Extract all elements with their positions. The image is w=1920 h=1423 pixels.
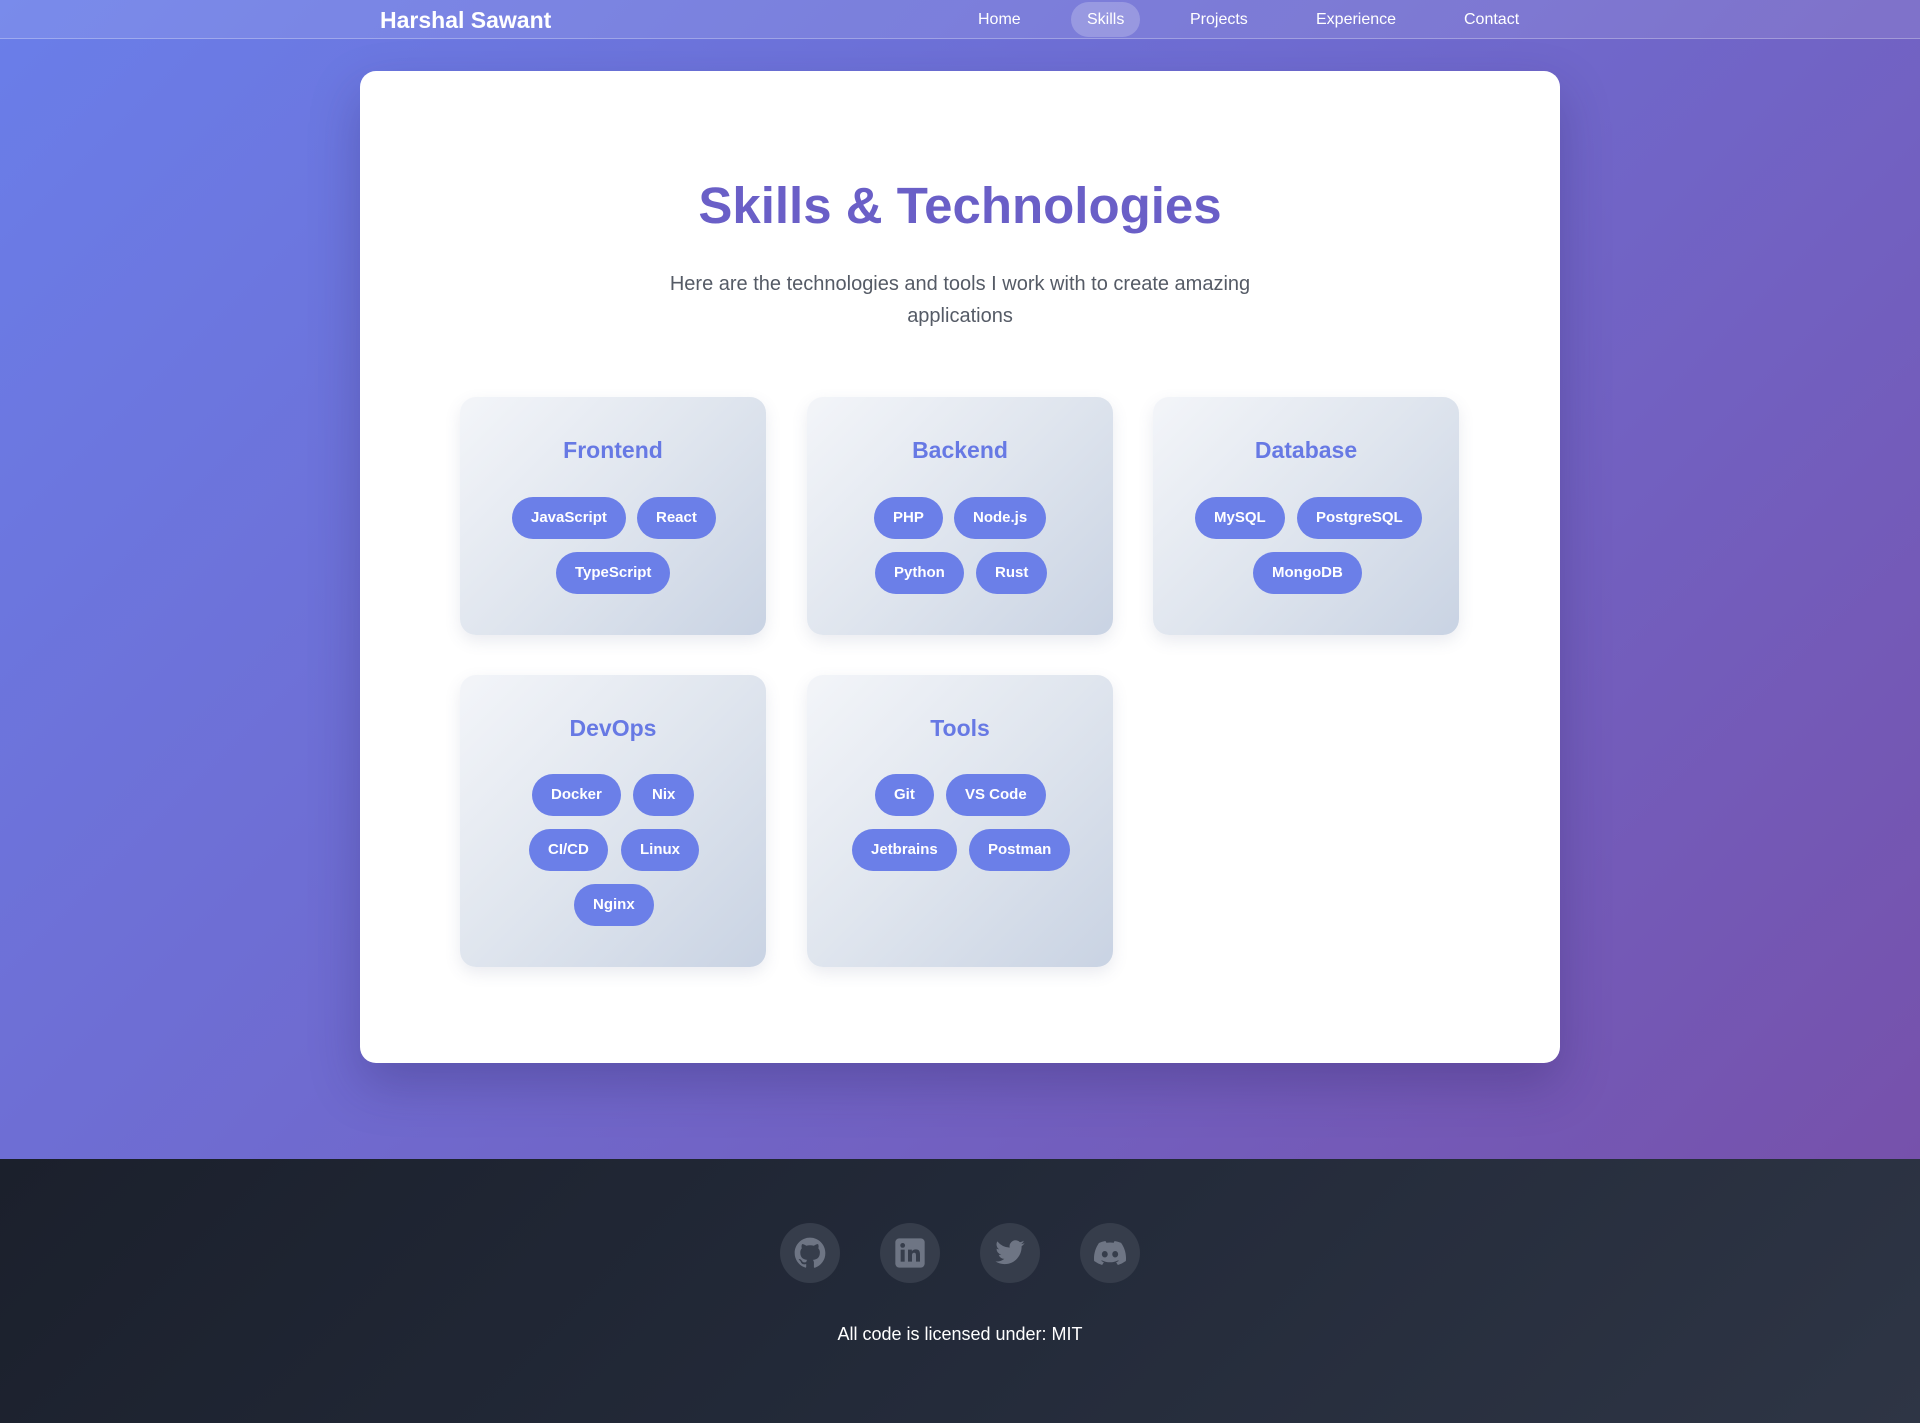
skill-chip: React — [637, 497, 716, 539]
skill-chip: VS Code — [946, 774, 1046, 816]
skill-chip: CI/CD — [529, 829, 608, 871]
skill-chip: Jetbrains — [852, 829, 957, 871]
category-card-backend: Backend PHP Node.js Python Rust — [807, 397, 1113, 635]
linkedin-link[interactable] — [880, 1223, 940, 1283]
skill-chip: Node.js — [954, 497, 1047, 539]
twitter-icon — [995, 1240, 1025, 1265]
skill-chip: PostgreSQL — [1297, 497, 1422, 539]
nav-contact-link[interactable]: Contact — [1448, 2, 1535, 37]
top-navbar: Harshal Sawant Home Skills Projects Expe… — [0, 0, 1920, 39]
footer: All code is licensed under: MIT — [0, 1159, 1920, 1423]
linkedin-icon — [895, 1238, 925, 1268]
discord-icon — [1094, 1241, 1126, 1265]
category-card-database: Database MySQL PostgreSQL MongoDB — [1153, 397, 1459, 635]
skill-chip: MongoDB — [1253, 552, 1362, 594]
skill-chip: Postman — [969, 829, 1071, 871]
nav-links: Home Skills Projects Experience Contact — [0, 2, 1920, 37]
skill-chip: MySQL — [1195, 497, 1285, 539]
category-card-frontend: Frontend JavaScript React TypeScript — [460, 397, 766, 635]
skill-chip: Python — [875, 552, 964, 594]
github-link[interactable] — [780, 1223, 840, 1283]
skills-subtitle: Here are the technologies and tools I wo… — [669, 273, 1251, 327]
skill-chip: Linux — [621, 829, 699, 871]
github-icon — [794, 1237, 826, 1268]
nav-experience-link[interactable]: Experience — [1300, 2, 1412, 37]
skills-title: Skills & Technologies — [698, 177, 1222, 234]
skill-chip: Git — [875, 774, 934, 816]
skill-chip: Rust — [976, 552, 1048, 594]
skill-chip: JavaScript — [512, 497, 626, 539]
skill-chip: TypeScript — [556, 552, 671, 594]
skill-chip: Docker — [532, 774, 621, 816]
discord-link[interactable] — [1080, 1223, 1140, 1283]
category-card-tools: Tools Git VS Code Jetbrains Postman — [807, 675, 1113, 967]
nav-home-link[interactable]: Home — [962, 2, 1037, 37]
nav-projects-link[interactable]: Projects — [1174, 2, 1264, 37]
license-text: All code is licensed under: MIT — [837, 1324, 1083, 1344]
skill-chip: Nginx — [574, 884, 654, 926]
skill-chip: Nix — [633, 774, 695, 816]
category-card-devops: DevOps Docker Nix CI/CD Linux Nginx — [460, 675, 766, 967]
twitter-link[interactable] — [980, 1223, 1040, 1283]
nav-skills-link[interactable]: Skills — [1071, 2, 1141, 37]
skill-chip: PHP — [874, 497, 943, 539]
